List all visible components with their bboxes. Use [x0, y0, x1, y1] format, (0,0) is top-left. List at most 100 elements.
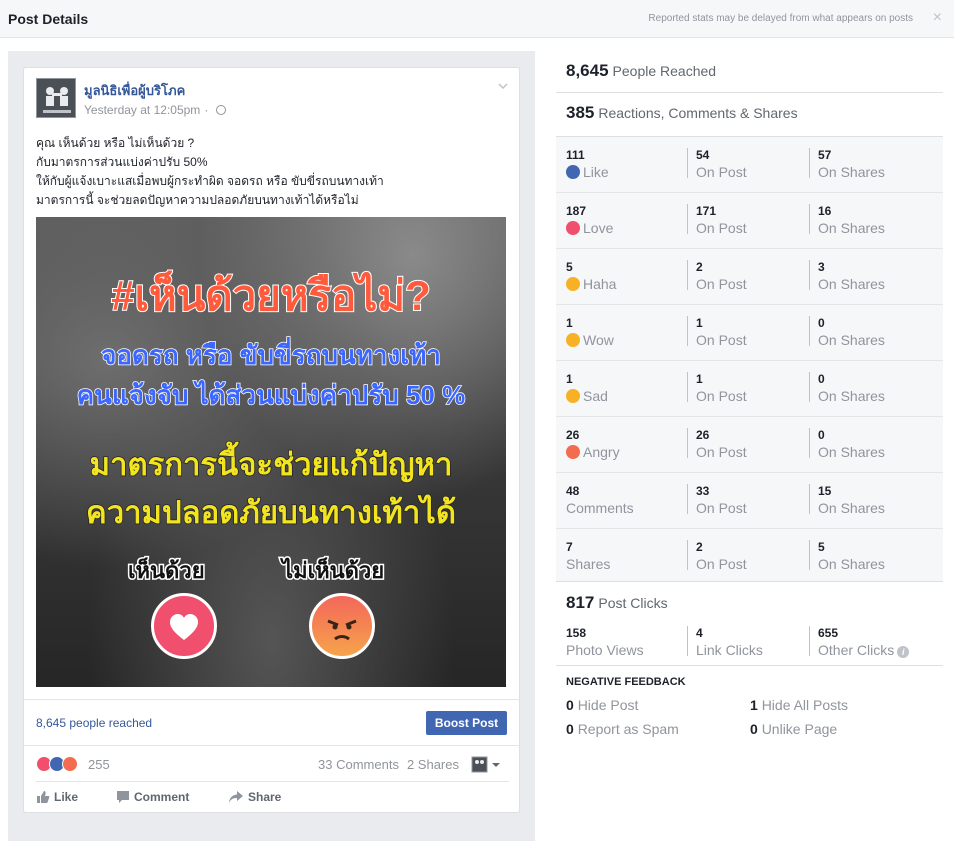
shares-count-link[interactable]: 2 Shares — [407, 757, 459, 772]
total-value: 48 — [566, 484, 580, 498]
comments-shares-counts: 33 Comments 2 Shares — [318, 757, 459, 772]
unlike-page-label: Unlike Page — [761, 721, 838, 737]
on-shares-value: 16 — [818, 204, 832, 218]
image-agree-label: เห็นด้วย — [127, 557, 207, 585]
on-post-value: 1 — [696, 316, 703, 330]
total-value: 26 — [566, 428, 580, 442]
separator-dot: · — [204, 103, 209, 117]
other-clicks-value: 655 — [818, 626, 839, 640]
on-shares-cell: 0 On Shares — [809, 372, 885, 404]
on-shares-label: On Shares — [818, 556, 885, 572]
image-headline: #เห็นด้วยหรือไม่? — [110, 271, 432, 320]
on-shares-value: 0 — [818, 428, 825, 442]
post-text-line: มาตรการนี้ จะช่วยลดปัญหาความปลอดภัยบนทาง… — [36, 193, 359, 207]
post-message: คุณ เห็นด้วย หรือ ไม่เห็นด้วย ? กับมาตรก… — [36, 134, 506, 210]
post-image[interactable]: #เห็นด้วยหรือไม่? จอดรถ หรือ ขับขี่รถบนท… — [36, 217, 506, 687]
divider — [24, 699, 521, 700]
on-post-cell: 171 On Post — [687, 204, 747, 236]
link-clicks-label: Link Clicks — [696, 642, 763, 658]
clicks-breakdown: 158 Photo Views 4 Link Clicks 655 Other Cli… — [556, 626, 943, 662]
unlike-page-value: 0 — [750, 721, 758, 737]
report-spam-label: Report as Spam — [577, 721, 679, 737]
on-post-cell: 1 On Post — [687, 372, 747, 404]
chevron-down-icon[interactable] — [497, 80, 509, 92]
boost-post-button[interactable]: Boost Post — [426, 711, 507, 735]
unlike-page-stat: 0 Unlike Page — [750, 721, 837, 737]
engagement-label: Reactions, Comments & Shares — [598, 105, 798, 121]
post-text-line: กับมาตรการส่วนแบ่งค่าปรับ 50% — [36, 155, 208, 169]
table-row: 111 Like 54 On Post 57 On Shares — [556, 137, 943, 193]
row-label: Angry — [583, 444, 620, 460]
on-shares-value: 0 — [818, 316, 825, 330]
row-label: Comments — [566, 500, 634, 516]
close-icon[interactable]: × — [933, 9, 942, 27]
thumbs-up-icon — [37, 791, 50, 803]
page-avatar[interactable] — [36, 78, 76, 118]
image-disagree-label: ไม่เห็นด้วย — [280, 557, 385, 585]
on-shares-value: 57 — [818, 148, 832, 162]
divider — [556, 92, 943, 93]
people-reached-label: People Reached — [612, 63, 717, 79]
total-cell: 187 Love — [566, 204, 613, 236]
photo-views-value: 158 — [566, 626, 587, 640]
info-icon[interactable]: i — [897, 646, 910, 658]
on-shares-label: On Shares — [818, 164, 885, 180]
love-icon — [566, 221, 580, 235]
row-label: Love — [583, 220, 614, 236]
on-shares-cell: 0 On Shares — [809, 428, 885, 460]
post-card: มูลนิธิเพื่อผู้บริโภค Yesterday at 12:05… — [23, 67, 521, 813]
on-shares-label: On Shares — [818, 388, 885, 404]
on-post-label: On Post — [696, 164, 747, 180]
account-selector[interactable] — [471, 756, 505, 774]
like-icon — [566, 165, 580, 179]
comment-button[interactable]: Comment — [116, 790, 189, 804]
on-post-label: On Post — [696, 276, 747, 292]
globe-icon — [216, 105, 227, 115]
wow-icon — [566, 333, 580, 347]
comment-label: Comment — [134, 790, 190, 804]
like-button[interactable]: Like — [36, 790, 78, 804]
post-clicks-label: Post Clicks — [598, 595, 668, 611]
photo-views-label: Photo Views — [566, 642, 644, 658]
table-row: 7 Shares 2 On Post 5 On Shares — [556, 529, 943, 585]
report-spam-value: 0 — [566, 721, 574, 737]
on-post-cell: 26 On Post — [687, 428, 747, 460]
engagement-number: 385 — [566, 103, 595, 122]
on-post-label: On Post — [696, 332, 747, 348]
post-text-line: ให้กับผู้แจ้งเบาะแสเมื่อพบผู้กระทำผิด จอ… — [36, 174, 384, 188]
link-clicks-cell: 4 Link Clicks — [687, 626, 763, 658]
on-shares-value: 5 — [818, 540, 825, 554]
on-post-value: 33 — [696, 484, 710, 498]
table-row: 26 Angry 26 On Post 0 On Shares — [556, 417, 943, 473]
comments-count-link[interactable]: 33 Comments — [318, 757, 399, 772]
people-reached-link[interactable]: 8,645 people reached — [36, 716, 152, 730]
share-button[interactable]: Share — [228, 790, 281, 804]
on-shares-value: 3 — [818, 260, 825, 274]
dialog-header: Post Details Reported stats may be delay… — [0, 0, 954, 38]
negative-feedback-title: NEGATIVE FEEDBACK — [566, 676, 686, 688]
people-reached-number: 8,645 — [566, 61, 609, 80]
on-post-value: 2 — [696, 260, 703, 274]
angry-icon — [566, 445, 580, 459]
on-shares-cell: 3 On Shares — [809, 260, 885, 292]
on-shares-cell: 57 On Shares — [809, 148, 885, 180]
hide-post-stat: 0 Hide Post — [566, 697, 638, 713]
row-label: Haha — [583, 276, 617, 292]
angry-icon — [62, 756, 78, 772]
total-value: 1 — [566, 372, 573, 386]
on-shares-cell: 0 On Shares — [809, 316, 885, 348]
stats-delay-note: Reported stats may be delayed from what … — [648, 13, 913, 24]
divider — [556, 581, 943, 582]
table-row: 5 Haha 2 On Post 3 On Shares — [556, 249, 943, 305]
page-name-link[interactable]: มูลนิธิเพื่อผู้บริโภค — [84, 80, 185, 101]
on-post-cell: 2 On Post — [687, 540, 747, 572]
total-cell: 7 Shares — [566, 540, 610, 572]
hide-all-posts-stat: 1 Hide All Posts — [750, 697, 848, 713]
hide-post-value: 0 — [566, 697, 574, 713]
link-clicks-value: 4 — [696, 626, 703, 640]
reaction-count: 255 — [88, 757, 110, 772]
table-row: 187 Love 171 On Post 16 On Shares — [556, 193, 943, 249]
post-clicks-stat: 817 Post Clicks — [566, 593, 668, 613]
timestamp-text[interactable]: Yesterday at 12:05pm — [84, 103, 200, 117]
post-clicks-number: 817 — [566, 593, 595, 612]
